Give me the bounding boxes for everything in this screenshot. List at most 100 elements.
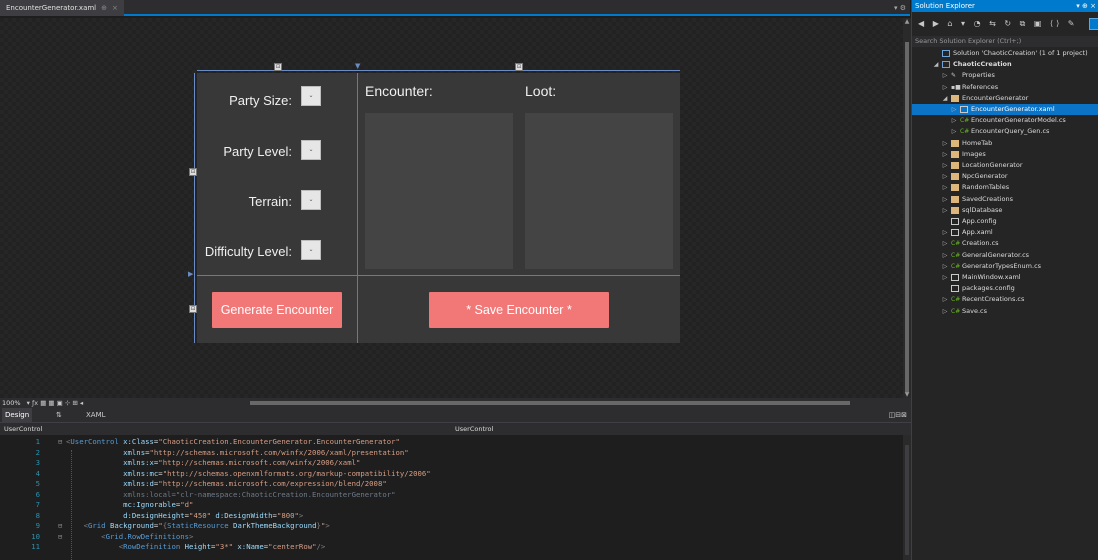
- tree-item[interactable]: ▷ App.xaml: [912, 227, 1098, 238]
- tree-item[interactable]: ▷ C# EncounterQuery_Gen.cs: [912, 126, 1098, 137]
- panel-controls-icon[interactable]: ▾ ⊕ ×: [1076, 0, 1096, 12]
- solution-explorer-search-input[interactable]: Search Solution Explorer (Ctrl+;): [912, 36, 1098, 47]
- tree-item[interactable]: ▷ sqlDatabase: [912, 205, 1098, 216]
- loot-header: Loot:: [525, 83, 557, 99]
- expand-arrow-icon[interactable]: ◢: [932, 59, 940, 70]
- tree-item[interactable]: ▷ C# EncounterGeneratorModel.cs: [912, 115, 1098, 126]
- expand-arrow-icon[interactable]: ▷: [941, 205, 949, 216]
- expand-arrow-icon[interactable]: ▷: [950, 104, 958, 115]
- tree-item[interactable]: ▷ ▪■ References: [912, 82, 1098, 93]
- column-resize-handle[interactable]: ⊡: [515, 63, 523, 71]
- encounter-output-box[interactable]: [365, 113, 513, 269]
- row-resize-handle[interactable]: ⊡: [189, 168, 197, 176]
- toolbar-icons[interactable]: ◀ ▶ ⌂ ▾ ◔ ⇆ ↻ ⧉ ▣ ⟨⟩ ✎: [918, 19, 1077, 28]
- expand-arrow-icon[interactable]: ▷: [941, 194, 949, 205]
- code-text: d:DesignHeight="450" d:DesignWidth="800"…: [123, 510, 304, 520]
- close-icon[interactable]: ×: [112, 0, 118, 16]
- document-tab[interactable]: EncounterGenerator.xaml ⊕ ×: [0, 0, 124, 16]
- designer-vertical-scrollbar[interactable]: ▲ ▼: [903, 18, 911, 398]
- designer-horizontal-scrollbar[interactable]: [250, 401, 850, 405]
- tree-item[interactable]: Solution 'ChaoticCreation' (1 of 1 proje…: [912, 48, 1098, 59]
- expand-arrow-icon[interactable]: ▷: [950, 115, 958, 126]
- swap-panes-icon[interactable]: ⇅: [56, 408, 62, 423]
- zoom-level[interactable]: 100%: [2, 399, 21, 407]
- tree-item[interactable]: ◢ EncounterGenerator: [912, 93, 1098, 104]
- tree-item[interactable]: ▷ C# Creation.cs: [912, 238, 1098, 249]
- expand-arrow-icon[interactable]: ▷: [941, 138, 949, 149]
- expand-arrow-icon[interactable]: ▷: [941, 261, 949, 272]
- expand-arrow-icon[interactable]: ▷: [950, 126, 958, 137]
- tree-item[interactable]: ◢ ChaoticCreation: [912, 59, 1098, 70]
- grid-row-divider: [197, 275, 680, 276]
- expand-arrow-icon[interactable]: ▷: [941, 272, 949, 283]
- user-control-preview[interactable]: Party Size: ⌄ Party Level: ⌄ Terrain: ⌄ …: [197, 73, 680, 343]
- expand-arrow-icon[interactable]: ▷: [941, 82, 949, 93]
- save-encounter-button[interactable]: * Save Encounter *: [429, 292, 609, 328]
- tree-item[interactable]: ▷ C# Save.cs: [912, 306, 1098, 317]
- xaml-file-icon: [951, 229, 959, 237]
- visual-studio-window: EncounterGenerator.xaml ⊕ × ▾ ⚙ ▲ ▼ ⊡ ⊡ …: [0, 0, 1098, 560]
- expand-arrow-icon[interactable]: ▷: [941, 227, 949, 238]
- tree-item[interactable]: ▷ SavedCreations: [912, 194, 1098, 205]
- xaml-code-editor[interactable]: 1 ⊟ <UserControl x:Class="ChaoticCreation.…: [0, 435, 903, 560]
- tree-item[interactable]: ▷ LocationGenerator: [912, 160, 1098, 171]
- wrench-icon: ✎: [951, 72, 957, 80]
- fold-toggle-icon[interactable]: ⊟: [58, 532, 62, 542]
- fold-toggle-icon[interactable]: ⊟: [58, 437, 62, 447]
- expand-arrow-icon[interactable]: ▷: [941, 294, 949, 305]
- tree-item[interactable]: ▷ EncounterGenerator.xaml: [912, 104, 1098, 115]
- tab-overflow-controls[interactable]: ▾ ⚙: [894, 0, 906, 16]
- code-vertical-scrollbar[interactable]: [903, 435, 911, 560]
- expand-arrow-icon[interactable]: ▷: [941, 171, 949, 182]
- element-member-dropdown[interactable]: UserControl: [455, 423, 493, 435]
- element-scope-dropdown[interactable]: UserControl: [4, 423, 42, 435]
- tree-item[interactable]: ▷ NpcGenerator: [912, 171, 1098, 182]
- folder-icon: [951, 173, 959, 181]
- tree-item[interactable]: packages.config: [912, 283, 1098, 294]
- pin-icon[interactable]: ⊕: [101, 0, 107, 16]
- difficulty-level-dropdown[interactable]: ⌄: [301, 240, 321, 260]
- expand-arrow-icon[interactable]: ◢: [941, 93, 949, 104]
- scrollbar-thumb[interactable]: [905, 445, 909, 555]
- loot-output-box[interactable]: [525, 113, 673, 269]
- xaml-file-icon: [951, 274, 959, 281]
- expand-arrow-icon[interactable]: ▷: [941, 250, 949, 261]
- expand-arrow-icon[interactable]: ▷: [941, 70, 949, 81]
- active-toolbar-button[interactable]: [1089, 18, 1098, 30]
- scrollbar-thumb[interactable]: [905, 42, 909, 392]
- tab-design[interactable]: Design: [2, 408, 33, 423]
- row-resize-handle[interactable]: ⊡: [189, 305, 197, 313]
- scroll-up-icon[interactable]: ▲: [903, 18, 911, 25]
- expand-arrow-icon[interactable]: ▷: [941, 182, 949, 193]
- expand-arrow-icon[interactable]: ▷: [941, 238, 949, 249]
- party-size-dropdown[interactable]: ⌄: [301, 86, 321, 106]
- tree-item-label: packages.config: [962, 284, 1015, 293]
- line-number: 9: [35, 521, 40, 530]
- expand-arrow-icon[interactable]: ▷: [941, 306, 949, 317]
- designer-tool-icons[interactable]: ▾ ƒx ▦ ▦ ▣ ⊹ ⊞ ◂: [27, 399, 83, 407]
- expand-arrow-icon[interactable]: ▷: [941, 149, 949, 160]
- expand-arrow-icon[interactable]: ▷: [941, 160, 949, 171]
- tree-item[interactable]: ▷ C# GeneralGenerator.cs: [912, 250, 1098, 261]
- tab-xaml[interactable]: XAML: [86, 408, 106, 423]
- generate-encounter-button[interactable]: Generate Encounter: [212, 292, 342, 328]
- csharp-file-icon: C#: [951, 296, 961, 304]
- csharp-file-icon: C#: [960, 117, 970, 125]
- tree-item[interactable]: ▷ ✎ Properties: [912, 70, 1098, 81]
- tree-item[interactable]: ▷ MainWindow.xaml: [912, 272, 1098, 283]
- tree-item[interactable]: ▷ C# GeneratorTypesEnum.cs: [912, 261, 1098, 272]
- tree-item[interactable]: ▷ RandomTables: [912, 182, 1098, 193]
- tree-item-label: HomeTab: [962, 138, 993, 147]
- terrain-dropdown[interactable]: ⌄: [301, 190, 321, 210]
- party-level-label: Party Level:: [223, 144, 292, 159]
- party-level-dropdown[interactable]: ⌄: [301, 140, 321, 160]
- tree-item[interactable]: ▷ HomeTab: [912, 138, 1098, 149]
- column-resize-handle[interactable]: ⊡: [274, 63, 282, 71]
- fold-toggle-icon[interactable]: ⊟: [58, 521, 62, 531]
- scroll-down-icon[interactable]: ▼: [903, 391, 911, 398]
- tree-item[interactable]: ▷ C# RecentCreations.cs: [912, 294, 1098, 305]
- tree-item[interactable]: ▷ Images: [912, 149, 1098, 160]
- pane-layout-icons[interactable]: ◫⊟⊠: [889, 408, 907, 423]
- tree-item[interactable]: App.config: [912, 216, 1098, 227]
- tree-item-label: RandomTables: [962, 183, 1010, 192]
